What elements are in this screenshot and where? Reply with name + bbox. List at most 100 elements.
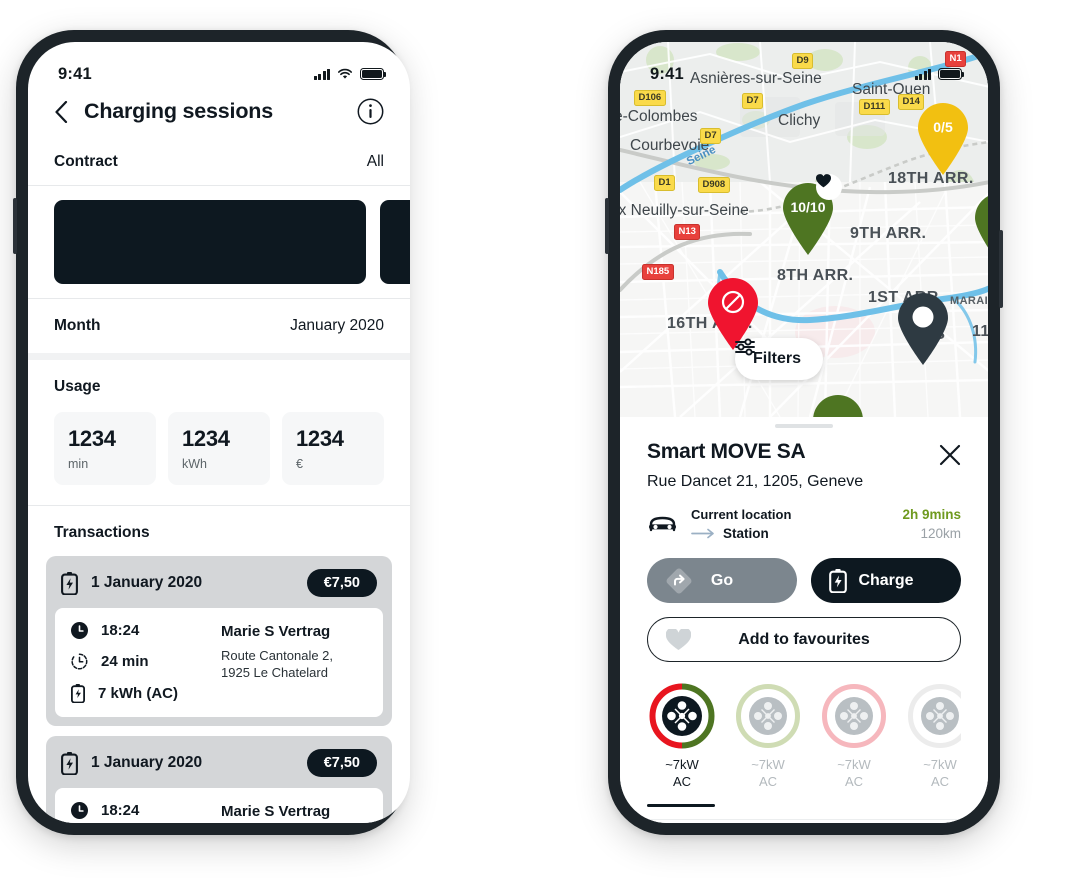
station-details-list: Availability: 2 / 2 Plug type: Type 1 <box>620 819 988 823</box>
transactions-title: Transactions <box>54 524 150 541</box>
transaction-address-line2: 1925 Le Chatelard <box>221 665 328 681</box>
connector-item-4[interactable]: ~7kW AC <box>906 682 961 791</box>
clock-icon <box>71 622 88 639</box>
charge-button[interactable]: Charge <box>811 558 961 603</box>
arrow-right-icon <box>691 528 714 539</box>
month-value: January 2020 <box>290 317 384 334</box>
contract-card[interactable] <box>54 200 366 284</box>
heart-icon <box>666 628 691 651</box>
contract-card-carousel[interactable] <box>28 186 410 299</box>
connector-item-2[interactable]: ~7kW AC <box>734 682 802 791</box>
transaction-header-left: 1 January 2020 <box>61 571 203 595</box>
transaction-price-badge: €7,50 <box>306 569 377 597</box>
contract-filter-row[interactable]: Contract All <box>28 141 410 186</box>
transaction-duration: 24 min <box>101 653 149 670</box>
connector-item-1[interactable]: ~7kW AC <box>648 682 716 791</box>
transaction-price-badge: €7,50 <box>306 749 377 777</box>
route-metrics: 2h 9mins 120km <box>902 507 961 541</box>
road-badge: N185 <box>642 264 674 280</box>
transaction-location: Marie S Vertrag <box>221 802 367 823</box>
transaction-time: 18:24 <box>101 622 140 639</box>
map-pin-station-selected[interactable] <box>895 292 951 366</box>
sheet-header: Smart MOVE SA <box>647 440 961 466</box>
sheet-content: Smart MOVE SA Rue Dancet 21, 1205, Genev… <box>620 428 988 808</box>
road-badge: D7 <box>700 128 722 144</box>
map-pin-station-green-favourite[interactable]: 10/10 <box>780 174 842 256</box>
status-icon-group <box>621 42 965 80</box>
transaction-contract-name: Marie S Vertrag <box>221 803 331 820</box>
screen-charging-sessions: 9:41 Charging sessions Contract All Mont… <box>28 42 410 823</box>
favourite-badge <box>816 174 842 200</box>
table-row[interactable]: 1 January 2020 €7,50 18:24 <box>46 736 392 823</box>
station-address: Rue Dancet 21, 1205, Geneve <box>647 473 864 490</box>
transaction-body: 18:24 24 min Marie S Vertra <box>55 788 383 823</box>
map-pin-icon <box>813 395 863 417</box>
chevron-left-icon[interactable] <box>54 100 68 123</box>
contract-value: All <box>366 153 384 170</box>
screenshot-stage: 9:41 Charging sessions Contract All Mont… <box>0 0 1090 896</box>
heart-icon <box>816 174 831 188</box>
screen-station-map: Asnières-sur-Seine Saint-Ouen e-Colombes… <box>620 42 988 823</box>
go-button[interactable]: Go <box>647 558 797 603</box>
close-x-icon[interactable] <box>939 444 961 466</box>
add-to-favourites-button[interactable]: Add to favourites <box>647 617 961 662</box>
usage-card-group: 1234 min 1234 kWh 1234 € <box>54 412 384 485</box>
navigation-bar: Charging sessions <box>28 88 410 141</box>
month-filter-row[interactable]: Month January 2020 <box>28 299 410 360</box>
map-pin-station-green-edge[interactable] <box>972 192 988 266</box>
connector-list[interactable]: ~7kW AC ~7kW AC ~7kW AC ~7kW AC <box>647 682 961 791</box>
route-eta: 2h 9mins <box>902 507 961 522</box>
road-badge: N13 <box>674 224 701 240</box>
car-icon-wrap <box>647 516 677 533</box>
power-button-right[interactable] <box>999 230 1003 308</box>
table-row[interactable]: 1 January 2020 €7,50 18:24 <box>46 556 392 726</box>
page-title: Charging sessions <box>84 99 273 123</box>
cellular-signal-icon <box>914 68 931 80</box>
connector-item-3[interactable]: ~7kW AC <box>820 682 888 791</box>
usage-title: Usage <box>54 378 101 395</box>
transaction-duration-line: 24 min <box>71 653 221 670</box>
battery-bolt-icon <box>829 568 847 593</box>
map-pin-station-green-partial[interactable] <box>810 394 866 417</box>
transaction-date: 1 January 2020 <box>91 574 203 591</box>
contract-card-next[interactable] <box>380 200 410 284</box>
transaction-contract-name: Marie S Vertrag <box>221 623 331 640</box>
route-distance: 120km <box>920 526 961 541</box>
add-to-favourites-label: Add to favourites <box>738 630 870 648</box>
transaction-header-left: 1 January 2020 <box>61 751 202 775</box>
road-badge: D111 <box>859 99 890 115</box>
transaction-body: 18:24 24 min 7 kWh (AC) Marie S Vertrag … <box>55 608 383 717</box>
month-label: Month <box>54 317 101 334</box>
battery-full-icon <box>360 68 387 80</box>
map-pin-icon <box>975 196 988 248</box>
volume-button-left[interactable] <box>13 198 17 254</box>
stopwatch-icon <box>71 653 88 670</box>
filters-label: Filters <box>753 350 802 367</box>
connector-power: ~7kW <box>923 757 957 772</box>
map-pin-station-yellow[interactable]: 0/5 <box>915 102 971 176</box>
transaction-time-line: 18:24 <box>71 802 221 819</box>
status-icon-group <box>313 68 387 80</box>
route-origin: Current location <box>691 507 792 522</box>
phone-left-charging-sessions: 9:41 Charging sessions Contract All Mont… <box>13 30 410 835</box>
connector-current: AC <box>844 773 864 789</box>
transactions-section: Transactions <box>28 506 410 556</box>
map-canvas[interactable]: Asnières-sur-Seine Saint-Ouen e-Colombes… <box>620 42 988 417</box>
usage-section: Usage 1234 min 1234 kWh 1234 € <box>28 360 410 485</box>
charge-label: Charge <box>858 571 914 589</box>
usage-unit: kWh <box>182 457 207 471</box>
battery-bolt-icon <box>61 751 78 775</box>
battery-full-icon <box>938 68 965 80</box>
connector-ring <box>906 682 961 750</box>
transaction-energy: 7 kWh (AC) <box>98 685 178 702</box>
phone-right-station-map: Asnières-sur-Seine Saint-Ouen e-Colombes… <box>605 30 1003 835</box>
connector-current: AC <box>758 773 778 789</box>
action-button-row: Go Charge <box>647 558 961 603</box>
transaction-metrics: 18:24 24 min <box>71 802 221 823</box>
filters-button[interactable]: Filters <box>735 338 824 380</box>
info-circle-icon[interactable] <box>357 98 384 125</box>
transaction-address-line1: Route Cantonale 2, <box>221 648 334 663</box>
usage-value: 1234 <box>182 426 230 451</box>
road-badge: D1 <box>654 175 676 191</box>
volume-button-right[interactable] <box>605 198 609 254</box>
